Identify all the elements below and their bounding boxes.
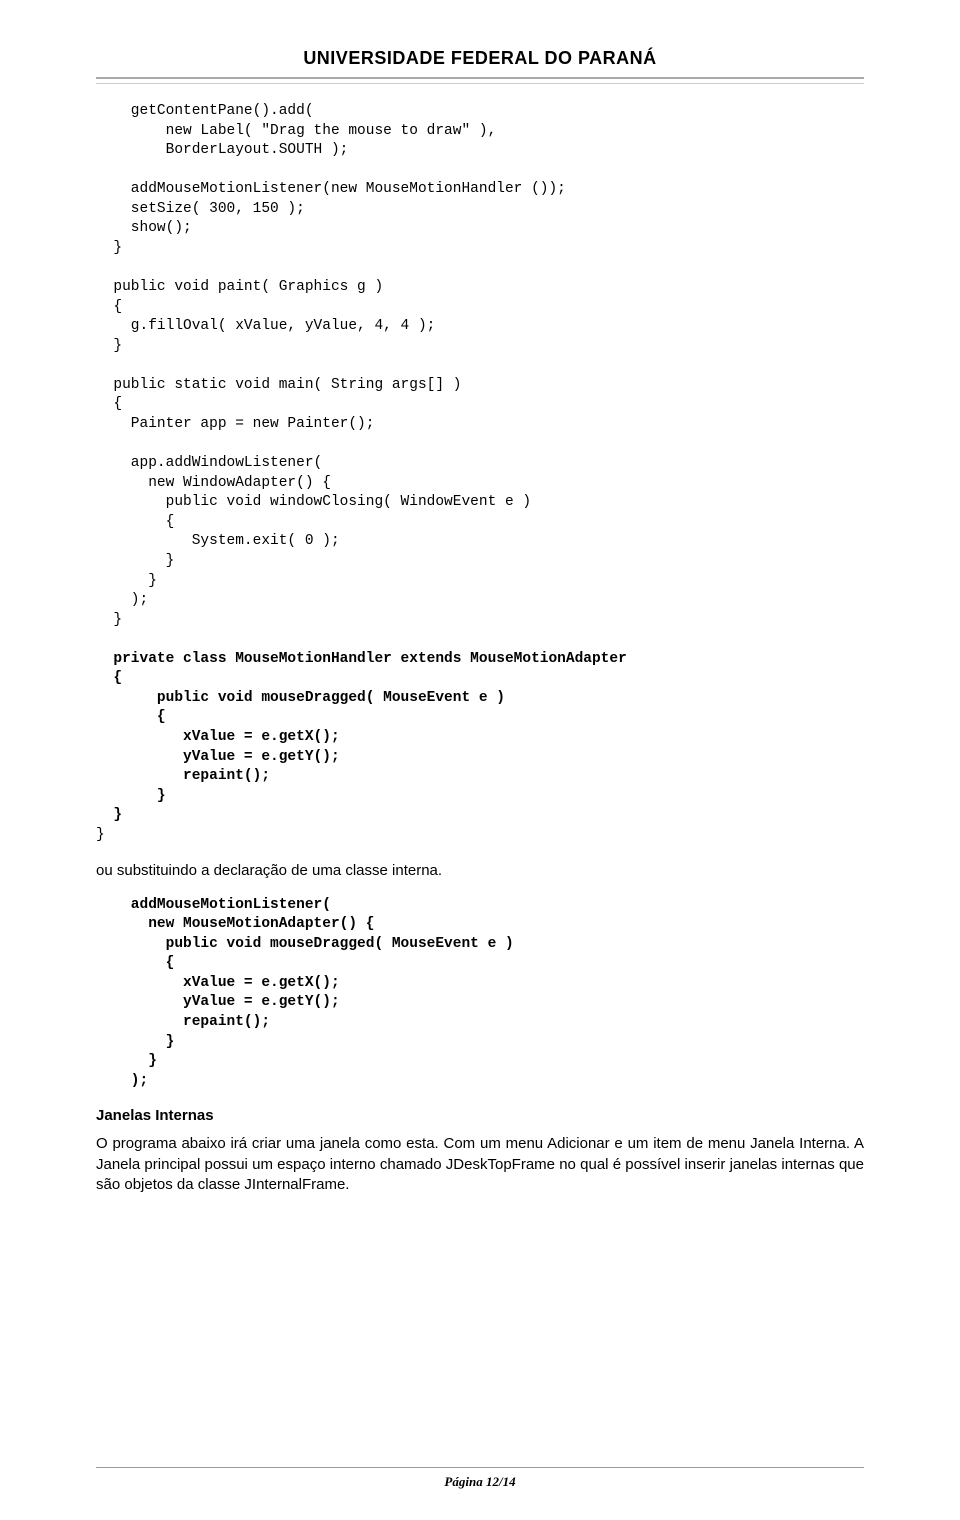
horizontal-rule — [96, 1467, 864, 1468]
code-line: } — [96, 1053, 157, 1069]
code-line: { — [96, 670, 122, 686]
code-block-1: getContentPane().add( new Label( "Drag t… — [96, 102, 864, 845]
code-line: public void mouseDragged( MouseEvent e ) — [96, 936, 514, 952]
code-line: } — [96, 612, 122, 628]
code-line: } — [96, 553, 174, 569]
code-line: addMouseMotionListener(new MouseMotionHa… — [96, 181, 566, 197]
paragraph: O programa abaixo irá criar uma janela c… — [96, 1134, 864, 1195]
code-line: xValue = e.getX(); — [96, 729, 340, 745]
code-line: new MouseMotionAdapter() { — [96, 916, 374, 932]
code-line: show(); — [96, 220, 192, 236]
code-line: ); — [96, 1073, 148, 1089]
code-line: } — [96, 788, 166, 804]
code-line: setSize( 300, 150 ); — [96, 201, 305, 217]
code-line: } — [96, 827, 105, 843]
code-line: repaint(); — [96, 768, 270, 784]
code-line: g.fillOval( xValue, yValue, 4, 4 ); — [96, 318, 435, 334]
page-title: UNIVERSIDADE FEDERAL DO PARANÁ — [96, 48, 864, 69]
code-line: public static void main( String args[] ) — [96, 377, 461, 393]
code-line: public void windowClosing( WindowEvent e… — [96, 494, 531, 510]
code-line: app.addWindowListener( — [96, 455, 322, 471]
code-line: public void paint( Graphics g ) — [96, 279, 383, 295]
code-line: System.exit( 0 ); — [96, 533, 340, 549]
code-line: } — [96, 240, 122, 256]
page-number: Página 12/14 — [444, 1474, 515, 1489]
code-line: new WindowAdapter() { — [96, 475, 331, 491]
code-line: { — [96, 396, 122, 412]
horizontal-rule — [96, 77, 864, 84]
paragraph: ou substituindo a declaração de uma clas… — [96, 861, 864, 881]
code-line: { — [96, 299, 122, 315]
code-line: } — [96, 807, 122, 823]
code-line: ); — [96, 592, 148, 608]
code-block-2: addMouseMotionListener( new MouseMotionA… — [96, 896, 864, 1092]
code-line: private class MouseMotionHandler extends… — [96, 651, 627, 667]
code-line: Painter app = new Painter(); — [96, 416, 374, 432]
code-line: addMouseMotionListener( — [96, 897, 331, 913]
code-line: xValue = e.getX(); — [96, 975, 340, 991]
code-line: { — [96, 955, 174, 971]
code-line: public void mouseDragged( MouseEvent e ) — [96, 690, 505, 706]
code-line: yValue = e.getY(); — [96, 749, 340, 765]
page-footer: Página 12/14 — [0, 1467, 960, 1490]
code-line: BorderLayout.SOUTH ); — [96, 142, 348, 158]
code-line: } — [96, 1034, 174, 1050]
page: UNIVERSIDADE FEDERAL DO PARANÁ getConten… — [0, 0, 960, 1520]
code-line: { — [96, 709, 166, 725]
code-line: new Label( "Drag the mouse to draw" ), — [96, 123, 496, 139]
code-line: repaint(); — [96, 1014, 270, 1030]
code-line: } — [96, 573, 157, 589]
code-line: { — [96, 514, 174, 530]
code-line: getContentPane().add( — [96, 103, 314, 119]
section-heading: Janelas Internas — [96, 1107, 864, 1124]
code-line: } — [96, 338, 122, 354]
code-line: yValue = e.getY(); — [96, 994, 340, 1010]
